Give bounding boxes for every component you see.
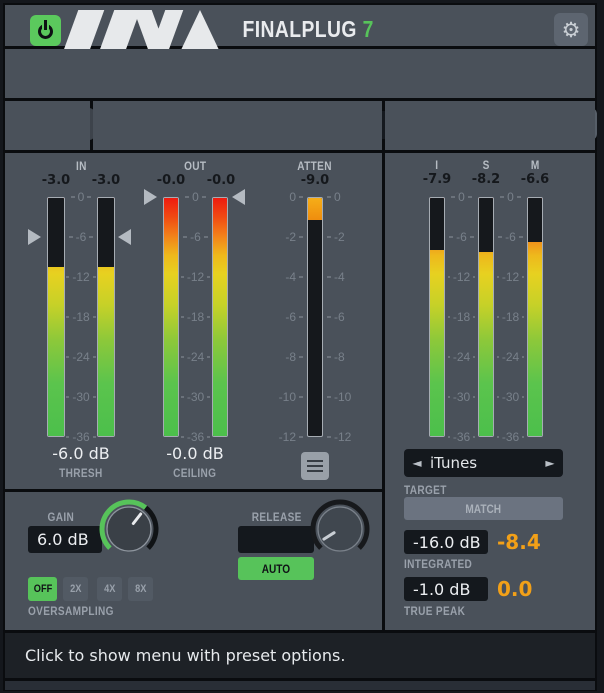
oversampling-8x-button[interactable]: 8X: [128, 577, 153, 601]
out-meter-label: OUT: [175, 159, 215, 173]
release-knob[interactable]: [308, 497, 372, 561]
gear-icon: ⚙: [562, 18, 581, 42]
ism-scale-1: 0-6-12-18-24-30-36: [448, 197, 475, 437]
oversampling-label: OVERSAMPLING: [28, 604, 130, 618]
i-meter-bar: [429, 197, 445, 437]
true-peak-target-field[interactable]: -1.0 dB: [404, 577, 488, 601]
limiter-controls-panel: GAIN 6.0 dB RELEASE AUTO OFF 2X 4X 8X OV…: [5, 492, 382, 630]
limiter-section: LIMITER TRUE PEAK: [93, 101, 382, 150]
out-meter-bar-right: [212, 197, 228, 437]
oversampling-4x-button[interactable]: 4X: [97, 577, 122, 601]
atten-scale-right: 0-2-4-6-8-10-12: [327, 197, 359, 437]
oversampling-2x-button[interactable]: 2X: [63, 577, 88, 601]
true-peak-readout: 0.0: [497, 577, 532, 601]
threshold-readout[interactable]: -6.0 dB: [41, 444, 121, 463]
in-meter-bar-left: [47, 197, 65, 437]
view-section: VIEW ▼: [5, 101, 90, 150]
integrated-meter-label: I: [417, 158, 457, 172]
atten-value: -9.0: [295, 173, 335, 188]
title-bar: FINALPLUG 7 ⚙: [5, 5, 595, 46]
power-button[interactable]: [30, 15, 61, 46]
in-meter-label: IN: [61, 159, 101, 173]
match-button[interactable]: MATCH: [404, 497, 563, 520]
atten-meter-label: ATTEN: [290, 159, 340, 173]
ceiling-marker-right[interactable]: [232, 189, 245, 205]
preset-bar: ↺ ↻ ◄ Default* ► A/B ▶: [5, 49, 595, 98]
ceiling-label: CEILING: [155, 466, 235, 480]
out-meter-bar-left: [163, 197, 179, 437]
brand-logo: [63, 10, 223, 50]
previous-target-arrow[interactable]: ◄: [404, 456, 430, 470]
ism-scale-2: 0-6-12-18-24-30-36: [497, 197, 524, 437]
release-label: RELEASE: [242, 510, 312, 524]
target-value: iTunes: [430, 454, 537, 472]
s-value: -8.2: [466, 172, 506, 187]
loudness-panel: I S M -7.9 -8.2 -6.6 0-6-12-18-24-30-36 …: [385, 153, 595, 630]
gain-label: GAIN: [31, 510, 91, 524]
momentary-meter-label: M: [515, 158, 555, 172]
meters-panel: IN -3.0 -3.0 0-6-12-18-24-30-36 OUT -0.0…: [5, 153, 382, 489]
version-number: 7: [363, 16, 374, 42]
threshold-label: THRESH: [41, 466, 121, 480]
true-peak-label: TRUE PEAK: [404, 604, 477, 618]
i-value: -7.9: [417, 172, 457, 187]
in-value-right: -3.0: [86, 173, 126, 188]
auto-release-toggle[interactable]: AUTO: [238, 557, 314, 580]
target-selector[interactable]: ◄ iTunes ►: [404, 449, 563, 477]
integrated-readout: -8.4: [497, 530, 541, 554]
status-bar: Click to show menu with preset options.: [5, 633, 595, 678]
shortterm-meter-label: S: [466, 158, 506, 172]
oversampling-off-button[interactable]: OFF: [28, 577, 57, 601]
atten-meter-bar: [307, 197, 323, 437]
m-meter-bar: [527, 197, 543, 437]
status-message: Click to show menu with preset options.: [25, 646, 345, 665]
threshold-marker-right[interactable]: [118, 229, 131, 245]
plugin-window: FINALPLUG 7 ⚙ ↺ ↻ ◄ Default* ► A/B ▶ VIE…: [0, 0, 604, 693]
gain-knob[interactable]: [97, 497, 161, 561]
integrated-label: INTEGRATED: [404, 557, 485, 571]
out-value-right: -0.0: [201, 173, 241, 188]
out-value-left: -0.0: [151, 173, 191, 188]
out-meter-scale: 0-6-12-18-24-30-36: [181, 197, 210, 437]
ceiling-marker-left[interactable]: [144, 189, 157, 205]
loudness-section: LOUDNESS SYNC: [385, 101, 595, 150]
in-meter-scale: 0-6-12-18-24-30-36: [66, 197, 96, 437]
ceiling-readout[interactable]: -0.0 dB: [155, 444, 235, 463]
release-field[interactable]: [238, 526, 314, 553]
in-meter-bar-right: [97, 197, 115, 437]
plugin-title: FINALPLUG 7: [230, 16, 386, 43]
next-target-arrow[interactable]: ►: [537, 456, 563, 470]
hamburger-icon: [307, 460, 323, 462]
integrated-target-field[interactable]: -16.0 dB: [404, 530, 488, 554]
title-text: FINALPLUG: [243, 16, 357, 42]
threshold-marker-left[interactable]: [28, 229, 41, 245]
gain-field[interactable]: 6.0 dB: [28, 526, 102, 553]
s-meter-bar: [478, 197, 494, 437]
bottom-strip: [5, 681, 595, 690]
m-value: -6.6: [515, 172, 555, 187]
atten-scale-left: 0-2-4-6-8-10-12: [271, 197, 303, 437]
in-value-left: -3.0: [36, 173, 76, 188]
settings-button[interactable]: ⚙: [554, 13, 588, 46]
target-label: TARGET: [404, 483, 455, 497]
atten-menu-button[interactable]: [301, 452, 329, 480]
